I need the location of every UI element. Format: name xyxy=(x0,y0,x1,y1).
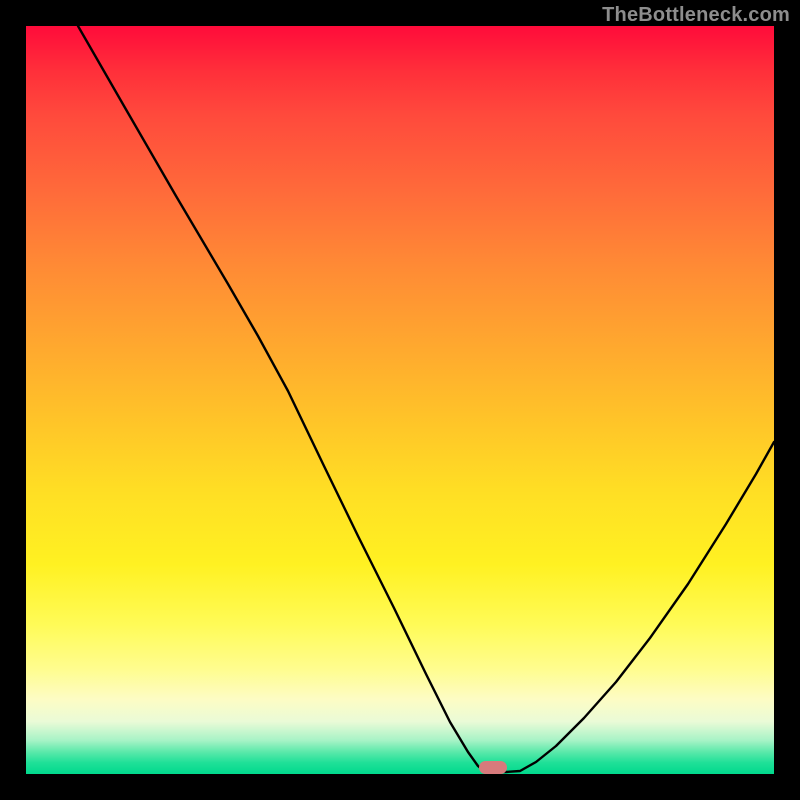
optimal-marker xyxy=(479,761,507,774)
bottleneck-curve xyxy=(26,26,774,774)
chart-frame: TheBottleneck.com xyxy=(0,0,800,800)
plot-area xyxy=(26,26,774,774)
watermark-text: TheBottleneck.com xyxy=(602,4,790,27)
